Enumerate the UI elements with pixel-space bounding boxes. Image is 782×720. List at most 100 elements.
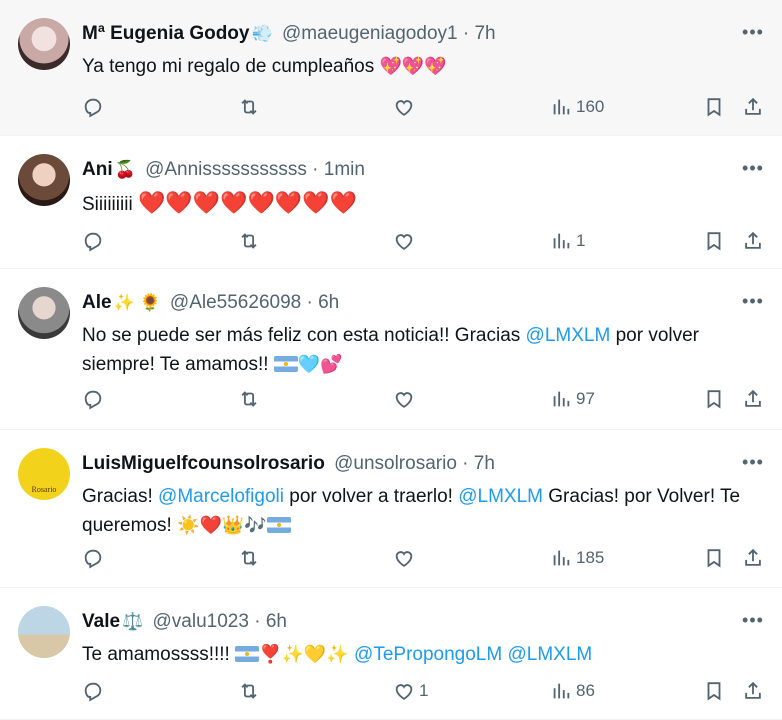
like-button[interactable]	[393, 227, 419, 255]
bookmark-button[interactable]	[703, 544, 725, 572]
author-handle[interactable]: @maeugeniagodoy1	[282, 23, 458, 44]
share-button[interactable]	[742, 93, 764, 121]
like-button[interactable]: 1	[393, 677, 428, 705]
view-count: 160	[576, 97, 605, 116]
tweet-item[interactable]: Vale ⚖️ @valu1023 · 6h ••• Te amamossss!!…	[0, 588, 782, 720]
avatar[interactable]	[18, 606, 70, 658]
retweet-button[interactable]	[238, 544, 264, 572]
share-button[interactable]	[742, 677, 764, 705]
author-name[interactable]: Ani	[82, 159, 113, 180]
more-icon[interactable]: •••	[740, 156, 766, 180]
avatar[interactable]: Rosario	[18, 448, 70, 500]
reply-icon	[82, 680, 104, 702]
reply-icon	[82, 96, 104, 118]
tweet-header: Ani 🍒 @Annisssssssssss · 1min	[82, 158, 365, 182]
tweet-actions: 160	[80, 93, 768, 121]
views-button[interactable]: 1	[550, 227, 585, 255]
heart-icon	[393, 230, 415, 252]
retweet-icon	[238, 388, 260, 410]
bookmark-button[interactable]	[703, 227, 725, 255]
reply-icon	[82, 230, 104, 252]
tweet-emojis: ❣️✨💛✨	[259, 644, 349, 664]
like-button[interactable]	[393, 93, 419, 121]
separator-dot: ·	[254, 611, 261, 632]
author-handle[interactable]: @Ale55626098	[170, 292, 301, 313]
reply-button[interactable]	[82, 385, 108, 413]
author-name[interactable]: LuisMiguelfcounsolrosario	[82, 453, 325, 474]
views-button[interactable]: 97	[550, 385, 595, 413]
more-icon[interactable]: •••	[740, 450, 766, 474]
like-button[interactable]	[393, 544, 419, 572]
views-button[interactable]: 185	[550, 544, 604, 572]
tweet-time[interactable]: 7h	[474, 453, 495, 474]
avatar[interactable]	[18, 287, 70, 339]
argentina-flag-icon	[273, 356, 298, 372]
bookmark-icon	[703, 680, 725, 702]
views-chart-icon	[550, 388, 572, 410]
share-icon	[742, 230, 764, 252]
bookmark-button[interactable]	[703, 93, 725, 121]
tweet-text-content: No se puede ser más feliz con esta notic…	[82, 325, 521, 346]
bookmark-icon	[703, 547, 725, 569]
reply-button[interactable]	[82, 93, 108, 121]
retweet-button[interactable]	[238, 677, 264, 705]
tweet-time[interactable]: 6h	[266, 611, 287, 632]
tweet-actions: 1 86	[80, 677, 768, 705]
more-icon[interactable]: •••	[740, 608, 766, 632]
mention-link[interactable]: @TePropongoLM	[354, 644, 502, 665]
views-button[interactable]: 86	[550, 677, 595, 705]
reply-button[interactable]	[82, 227, 108, 255]
like-button[interactable]	[393, 385, 419, 413]
name-badge-emoji: 🍒	[114, 160, 136, 179]
retweet-icon	[238, 96, 260, 118]
author-name[interactable]: Ale	[82, 292, 112, 313]
tweet-emojis: ❤️❤️❤️❤️❤️❤️❤️❤️	[137, 190, 358, 215]
author-name[interactable]: Mª Eugenia Godoy	[82, 23, 249, 44]
retweet-button[interactable]	[238, 93, 264, 121]
mention-link[interactable]: @LMXLM	[526, 325, 611, 346]
views-button[interactable]: 160	[550, 93, 604, 121]
more-icon[interactable]: •••	[740, 20, 766, 44]
mention-link[interactable]: @Marcelofigoli	[158, 486, 284, 507]
name-badge-emoji: ✨ 🌻	[113, 293, 161, 312]
author-handle[interactable]: @valu1023	[153, 611, 249, 632]
bookmark-button[interactable]	[703, 677, 725, 705]
tweet-item[interactable]: Ani 🍒 @Annisssssssssss · 1min ••• Siiiiii…	[0, 136, 782, 269]
view-count: 86	[576, 681, 595, 700]
separator-dot: ·	[462, 23, 470, 44]
mention-link[interactable]: @LMXLM	[507, 644, 592, 665]
tweet-item[interactable]: Ale ✨ 🌻 @Ale55626098 · 6h ••• No se puede…	[0, 269, 782, 430]
heart-icon	[393, 388, 415, 410]
share-button[interactable]	[742, 544, 764, 572]
tweet-text-content: Te amamossss!!!!	[82, 644, 230, 665]
views-chart-icon	[550, 547, 572, 569]
tweet-time[interactable]: 6h	[318, 292, 339, 313]
heart-icon	[393, 680, 415, 702]
avatar[interactable]	[18, 154, 70, 206]
tweet-emojis: 💖💖💖	[379, 56, 447, 76]
tweet-text: Siiiiiiiii ❤️❤️❤️❤️❤️❤️❤️❤️	[82, 188, 752, 219]
tweet-text: Gracias! @Marcelofigoli por volver a tra…	[82, 482, 752, 540]
reply-icon	[82, 388, 104, 410]
tweet-time[interactable]: 7h	[474, 23, 495, 44]
bookmark-button[interactable]	[703, 385, 725, 413]
mention-link[interactable]: @LMXLM	[458, 486, 543, 507]
retweet-button[interactable]	[238, 385, 264, 413]
tweet-item[interactable]: Mª Eugenia Godoy 💨 @maeugeniagodoy1 · 7h …	[0, 0, 782, 136]
author-handle[interactable]: @Annisssssssssss	[145, 159, 307, 180]
retweet-button[interactable]	[238, 227, 264, 255]
avatar[interactable]	[18, 18, 70, 70]
share-button[interactable]	[742, 385, 764, 413]
author-handle[interactable]: @unsolrosario	[334, 453, 457, 474]
tweet-time[interactable]: 1min	[324, 159, 365, 180]
tweet-item[interactable]: Rosario LuisMiguelfcounsolrosario @unsol…	[0, 430, 782, 588]
tweet-text-content: por volver a traerlo!	[289, 486, 453, 507]
more-icon[interactable]: •••	[740, 289, 766, 313]
reply-button[interactable]	[82, 677, 108, 705]
author-name[interactable]: Vale	[82, 611, 120, 632]
tweet-text: Te amamossss!!!! ❣️✨💛✨ @TePropongoLM @LM…	[82, 640, 752, 669]
share-button[interactable]	[742, 227, 764, 255]
reply-button[interactable]	[82, 544, 108, 572]
view-count: 1	[576, 231, 586, 250]
view-count: 185	[576, 548, 605, 567]
